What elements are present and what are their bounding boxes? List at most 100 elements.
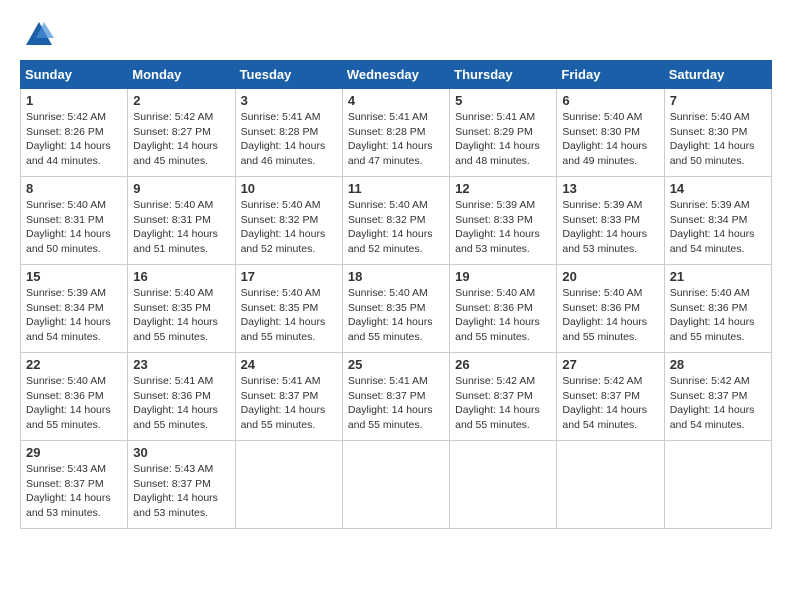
day-info: Sunrise: 5:39 AM Sunset: 8:34 PM Dayligh… <box>670 198 766 257</box>
calendar-cell: 15 Sunrise: 5:39 AM Sunset: 8:34 PM Dayli… <box>21 265 128 353</box>
calendar-week-row: 8 Sunrise: 5:40 AM Sunset: 8:31 PM Daylig… <box>21 177 772 265</box>
day-number: 1 <box>26 93 122 108</box>
day-number: 16 <box>133 269 229 284</box>
calendar-cell <box>557 441 664 529</box>
calendar-cell: 4 Sunrise: 5:41 AM Sunset: 8:28 PM Daylig… <box>342 89 449 177</box>
calendar-cell: 8 Sunrise: 5:40 AM Sunset: 8:31 PM Daylig… <box>21 177 128 265</box>
calendar-header-sunday: Sunday <box>21 61 128 89</box>
calendar-cell: 2 Sunrise: 5:42 AM Sunset: 8:27 PM Daylig… <box>128 89 235 177</box>
day-info: Sunrise: 5:40 AM Sunset: 8:35 PM Dayligh… <box>133 286 229 345</box>
calendar-cell: 30 Sunrise: 5:43 AM Sunset: 8:37 PM Dayli… <box>128 441 235 529</box>
day-number: 7 <box>670 93 766 108</box>
day-info: Sunrise: 5:39 AM Sunset: 8:34 PM Dayligh… <box>26 286 122 345</box>
day-info: Sunrise: 5:40 AM Sunset: 8:31 PM Dayligh… <box>26 198 122 257</box>
calendar-cell: 27 Sunrise: 5:42 AM Sunset: 8:37 PM Dayli… <box>557 353 664 441</box>
calendar-cell: 14 Sunrise: 5:39 AM Sunset: 8:34 PM Dayli… <box>664 177 771 265</box>
calendar-header-saturday: Saturday <box>664 61 771 89</box>
day-info: Sunrise: 5:39 AM Sunset: 8:33 PM Dayligh… <box>562 198 658 257</box>
calendar-cell: 18Sunrise: 5:40 AM Sunset: 8:35 PM Dayli… <box>342 265 449 353</box>
calendar-cell: 5 Sunrise: 5:41 AM Sunset: 8:29 PM Daylig… <box>450 89 557 177</box>
day-number: 27 <box>562 357 658 372</box>
calendar-cell <box>664 441 771 529</box>
day-number: 11 <box>348 181 444 196</box>
calendar-cell: 16 Sunrise: 5:40 AM Sunset: 8:35 PM Dayli… <box>128 265 235 353</box>
calendar-cell: 6Sunrise: 5:40 AM Sunset: 8:30 PM Daylig… <box>557 89 664 177</box>
day-number: 15 <box>26 269 122 284</box>
day-number: 23 <box>133 357 229 372</box>
day-number: 6 <box>562 93 658 108</box>
day-number: 25 <box>348 357 444 372</box>
calendar-cell: 28 Sunrise: 5:42 AM Sunset: 8:37 PM Dayli… <box>664 353 771 441</box>
day-number: 24 <box>241 357 337 372</box>
day-number: 4 <box>348 93 444 108</box>
day-info: Sunrise: 5:42 AM Sunset: 8:27 PM Dayligh… <box>133 110 229 169</box>
day-info: Sunrise: 5:41 AM Sunset: 8:29 PM Dayligh… <box>455 110 551 169</box>
day-info: Sunrise: 5:40 AM Sunset: 8:31 PM Dayligh… <box>133 198 229 257</box>
calendar-cell: 12 Sunrise: 5:39 AM Sunset: 8:33 PM Dayli… <box>450 177 557 265</box>
day-info: Sunrise: 5:40 AM Sunset: 8:36 PM Dayligh… <box>455 286 551 345</box>
day-info: Sunrise: 5:39 AM Sunset: 8:33 PM Dayligh… <box>455 198 551 257</box>
calendar-header-wednesday: Wednesday <box>342 61 449 89</box>
day-number: 2 <box>133 93 229 108</box>
calendar-week-row: 29Sunrise: 5:43 AM Sunset: 8:37 PM Dayli… <box>21 441 772 529</box>
calendar-cell: 24Sunrise: 5:41 AM Sunset: 8:37 PM Dayli… <box>235 353 342 441</box>
day-info: Sunrise: 5:40 AM Sunset: 8:36 PM Dayligh… <box>26 374 122 433</box>
day-number: 17 <box>241 269 337 284</box>
day-info: Sunrise: 5:40 AM Sunset: 8:30 PM Dayligh… <box>670 110 766 169</box>
day-info: Sunrise: 5:40 AM Sunset: 8:32 PM Dayligh… <box>348 198 444 257</box>
calendar-cell: 9 Sunrise: 5:40 AM Sunset: 8:31 PM Daylig… <box>128 177 235 265</box>
calendar-cell <box>342 441 449 529</box>
day-number: 21 <box>670 269 766 284</box>
day-info: Sunrise: 5:43 AM Sunset: 8:37 PM Dayligh… <box>26 462 122 521</box>
day-info: Sunrise: 5:40 AM Sunset: 8:36 PM Dayligh… <box>562 286 658 345</box>
day-number: 26 <box>455 357 551 372</box>
day-number: 28 <box>670 357 766 372</box>
calendar-cell: 1 Sunrise: 5:42 AM Sunset: 8:26 PM Daylig… <box>21 89 128 177</box>
day-number: 8 <box>26 181 122 196</box>
day-number: 14 <box>670 181 766 196</box>
day-number: 19 <box>455 269 551 284</box>
calendar-header-friday: Friday <box>557 61 664 89</box>
day-number: 30 <box>133 445 229 460</box>
calendar-header-thursday: Thursday <box>450 61 557 89</box>
calendar-cell: 10Sunrise: 5:40 AM Sunset: 8:32 PM Dayli… <box>235 177 342 265</box>
day-info: Sunrise: 5:40 AM Sunset: 8:36 PM Dayligh… <box>670 286 766 345</box>
calendar-header-monday: Monday <box>128 61 235 89</box>
day-number: 12 <box>455 181 551 196</box>
day-number: 18 <box>348 269 444 284</box>
calendar-header-row: SundayMondayTuesdayWednesdayThursdayFrid… <box>21 61 772 89</box>
calendar-cell: 23 Sunrise: 5:41 AM Sunset: 8:36 PM Dayli… <box>128 353 235 441</box>
day-info: Sunrise: 5:41 AM Sunset: 8:28 PM Dayligh… <box>348 110 444 169</box>
day-info: Sunrise: 5:41 AM Sunset: 8:37 PM Dayligh… <box>348 374 444 433</box>
day-number: 9 <box>133 181 229 196</box>
calendar-cell: 3Sunrise: 5:41 AM Sunset: 8:28 PM Daylig… <box>235 89 342 177</box>
calendar-cell: 19 Sunrise: 5:40 AM Sunset: 8:36 PM Dayli… <box>450 265 557 353</box>
calendar-cell: 20 Sunrise: 5:40 AM Sunset: 8:36 PM Dayli… <box>557 265 664 353</box>
calendar-cell: 22 Sunrise: 5:40 AM Sunset: 8:36 PM Dayli… <box>21 353 128 441</box>
calendar-cell: 29Sunrise: 5:43 AM Sunset: 8:37 PM Dayli… <box>21 441 128 529</box>
day-number: 13 <box>562 181 658 196</box>
logo <box>20 20 54 50</box>
calendar-week-row: 15 Sunrise: 5:39 AM Sunset: 8:34 PM Dayli… <box>21 265 772 353</box>
day-info: Sunrise: 5:41 AM Sunset: 8:36 PM Dayligh… <box>133 374 229 433</box>
day-info: Sunrise: 5:42 AM Sunset: 8:37 PM Dayligh… <box>562 374 658 433</box>
header <box>20 20 772 50</box>
calendar-week-row: 1 Sunrise: 5:42 AM Sunset: 8:26 PM Daylig… <box>21 89 772 177</box>
day-number: 22 <box>26 357 122 372</box>
calendar-table: SundayMondayTuesdayWednesdayThursdayFrid… <box>20 60 772 529</box>
calendar-cell: 13 Sunrise: 5:39 AM Sunset: 8:33 PM Dayli… <box>557 177 664 265</box>
day-number: 3 <box>241 93 337 108</box>
calendar-cell: 26 Sunrise: 5:42 AM Sunset: 8:37 PM Dayli… <box>450 353 557 441</box>
day-info: Sunrise: 5:43 AM Sunset: 8:37 PM Dayligh… <box>133 462 229 521</box>
calendar-cell: 17Sunrise: 5:40 AM Sunset: 8:35 PM Dayli… <box>235 265 342 353</box>
day-info: Sunrise: 5:42 AM Sunset: 8:37 PM Dayligh… <box>670 374 766 433</box>
day-info: Sunrise: 5:42 AM Sunset: 8:37 PM Dayligh… <box>455 374 551 433</box>
calendar-header-tuesday: Tuesday <box>235 61 342 89</box>
calendar-cell: 21 Sunrise: 5:40 AM Sunset: 8:36 PM Dayli… <box>664 265 771 353</box>
day-number: 10 <box>241 181 337 196</box>
day-number: 20 <box>562 269 658 284</box>
logo-icon <box>24 20 54 50</box>
day-number: 5 <box>455 93 551 108</box>
calendar-cell: 11 Sunrise: 5:40 AM Sunset: 8:32 PM Dayli… <box>342 177 449 265</box>
day-info: Sunrise: 5:42 AM Sunset: 8:26 PM Dayligh… <box>26 110 122 169</box>
